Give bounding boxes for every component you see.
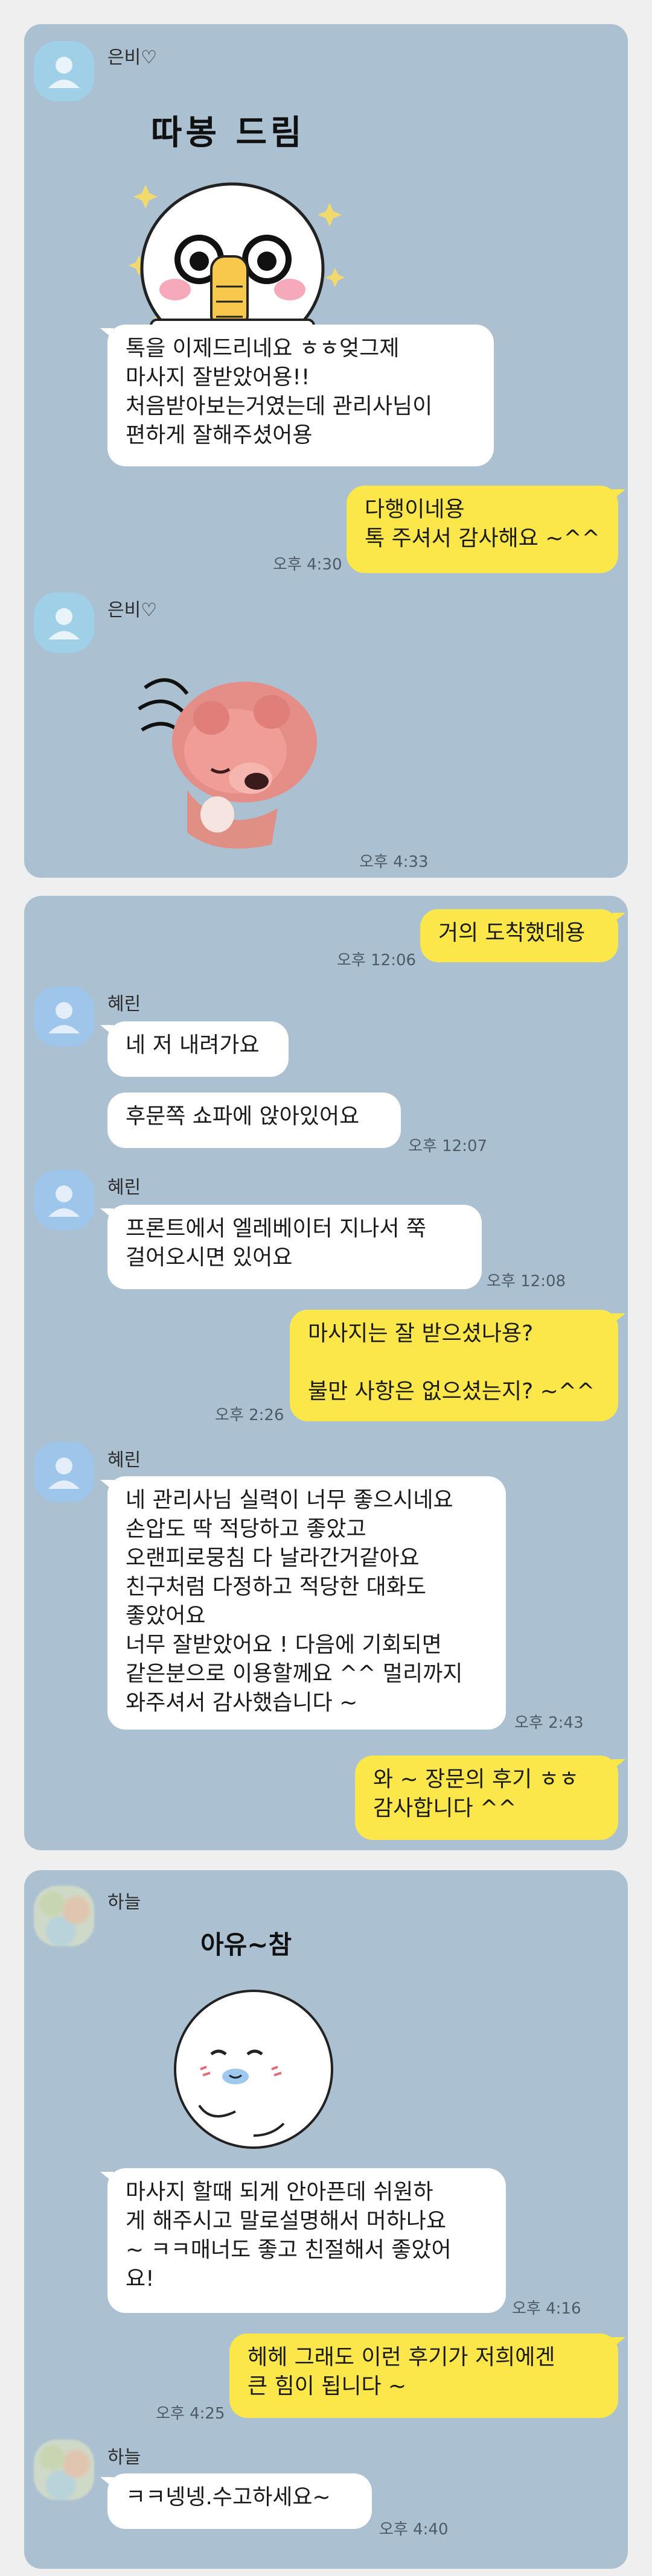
incoming-message[interactable]: 톡을 이제드리네요 ㅎㅎ엊그제 마사지 잘받았어용!! 처음받아보는거였는데 관… [100,325,494,466]
incoming-message[interactable]: ㅋㅋ넹넹.수고하세요~ [100,2473,372,2529]
avatar[interactable] [34,986,94,1047]
incoming-message[interactable]: 마사지 할때 되게 안아픈데 쉬원하 게 해주시고 말로설명해서 머하나요 ~ … [100,2168,506,2313]
avatar[interactable] [34,1442,94,1502]
avatar[interactable] [34,41,94,101]
message-timestamp: 오후 2:43 [514,1714,584,1732]
message-timestamp: 오후 12:06 [337,951,417,969]
message-timestamp: 오후 2:26 [215,1406,284,1424]
default-profile-icon [48,608,80,639]
shy-character-image [174,1990,333,2149]
outgoing-message[interactable]: 와 ~ 장문의 후기 ㅎㅎ 감사합니다 ^^ [355,1756,625,1840]
avatar[interactable] [34,1886,94,1946]
avatar[interactable] [34,592,94,653]
outgoing-message[interactable]: 다행이네용 톡 주셔서 감사해요 ~^^ [347,486,625,573]
avatar[interactable] [34,1170,94,1230]
sticker-thumbs-up[interactable]: 따봉 드림 [109,81,362,341]
message-timestamp: 오후 4:30 [273,556,342,574]
sticker-shy-character[interactable]: 아유~참 [145,1924,362,2154]
message-timestamp: 오후 12:07 [408,1137,488,1155]
sender-name: 혜린 [107,994,141,1015]
default-profile-icon [48,1185,80,1217]
message-timestamp: 오후 12:08 [487,1272,566,1290]
outgoing-message[interactable]: 거의 도착했데용 [420,909,625,962]
sticker-bowing-character[interactable] [133,652,332,851]
default-profile-icon [48,1002,80,1033]
default-profile-icon [48,1458,80,1489]
incoming-message[interactable]: 네 관리사님 실력이 너무 좋으시네요 손압도 딱 적당하고 좋았고 오랜피로뭉… [100,1476,506,1730]
sender-name: 하늘 [107,1892,141,1913]
thumbs-up-character-image [129,182,345,341]
chat-panel-3: 하늘 아유~참 마사지 할때 되게 안아픈데 쉬원하 게 해주시고 말로설명해서… [24,1870,628,2569]
sender-name: 혜린 [107,1450,141,1471]
message-timestamp: 오후 4:16 [512,2300,581,2318]
chat-panel-2: 거의 도착했데용 오후 12:06 혜린 네 저 내려가요 후문쪽 쇼파에 앉아… [24,896,628,1850]
sender-name: 은비♡ [107,47,158,68]
message-timestamp: 오후 4:33 [359,853,429,871]
chat-panel-1: 은비♡ 따봉 드림 톡을 이제드리네요 ㅎㅎ엊그제 마사지 잘받았어용!! 처음… [24,24,628,878]
sender-name: 은비♡ [107,600,158,621]
message-timestamp: 오후 4:40 [379,2520,449,2539]
avatar[interactable] [34,2440,94,2500]
default-profile-icon [48,57,80,88]
sender-name: 하늘 [107,2447,141,2468]
incoming-message[interactable]: 후문쪽 쇼파에 앉아있어요 [107,1093,401,1148]
outgoing-message[interactable]: 헤헤 그래도 이런 후기가 저희에겐 큰 힘이 됩니다 ~ [229,2333,625,2418]
bowing-character-image [138,678,317,849]
message-timestamp: 오후 4:25 [156,2405,225,2423]
outgoing-message[interactable]: 마사지는 잘 받으셨나용? 불만 사항은 없으셨는지? ~^^ [290,1310,625,1421]
incoming-message[interactable]: 프론트에서 엘레베이터 지나서 쭉 걸어오시면 있어요 [100,1205,482,1289]
incoming-message[interactable]: 네 저 내려가요 [100,1021,289,1077]
sender-name: 혜린 [107,1177,141,1198]
